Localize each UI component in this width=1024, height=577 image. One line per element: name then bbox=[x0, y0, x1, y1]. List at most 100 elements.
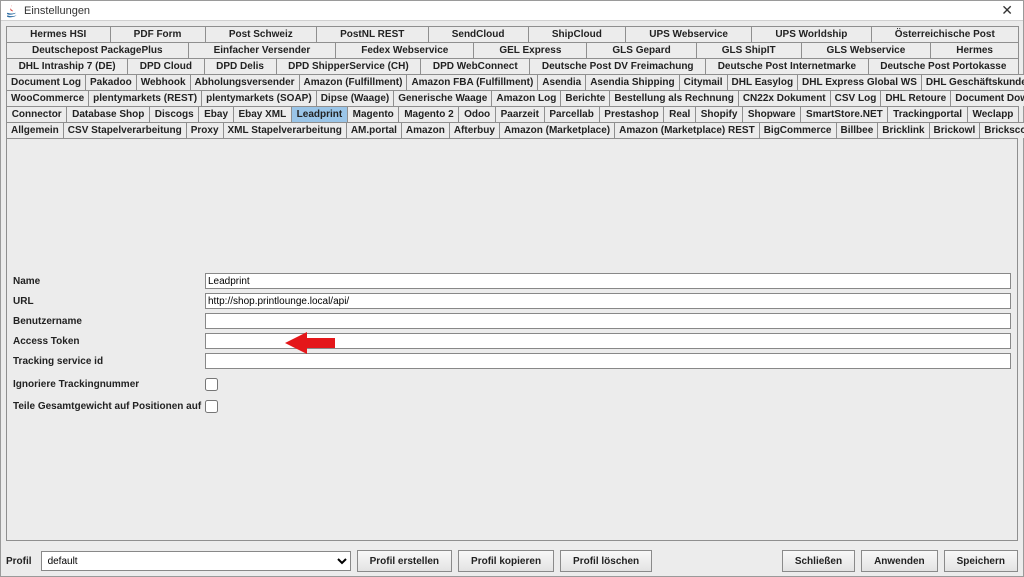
tab-berichte[interactable]: Berichte bbox=[560, 90, 610, 106]
tab-dhl-gesch-ftskundenversand[interactable]: DHL Geschäftskundenversand bbox=[921, 74, 1024, 90]
tab-billbee[interactable]: Billbee bbox=[836, 122, 879, 138]
tab-einfacher-versender[interactable]: Einfacher Versender bbox=[188, 42, 337, 58]
tab-csv-log[interactable]: CSV Log bbox=[830, 90, 882, 106]
tab-gls-gepard[interactable]: GLS Gepard bbox=[586, 42, 696, 58]
tab-amazon[interactable]: Amazon bbox=[401, 122, 450, 138]
close-icon[interactable]: ✕ bbox=[995, 2, 1019, 19]
tab-gel-express[interactable]: GEL Express bbox=[473, 42, 587, 58]
tab-amazon-marketplace-rest[interactable]: Amazon (Marketplace) REST bbox=[614, 122, 760, 138]
tab-brickscout[interactable]: Brickscout bbox=[979, 122, 1024, 138]
tab-document-downloader[interactable]: Document Downloader bbox=[950, 90, 1024, 106]
tab-ebay[interactable]: Ebay bbox=[198, 106, 233, 122]
url-field[interactable] bbox=[205, 293, 1011, 309]
tab-brickowl[interactable]: Brickowl bbox=[929, 122, 981, 138]
tab-pdf-form[interactable]: PDF Form bbox=[110, 26, 206, 42]
tab-asendia[interactable]: Asendia bbox=[537, 74, 586, 90]
tab-plentymarkets-soap[interactable]: plentymarkets (SOAP) bbox=[201, 90, 317, 106]
tab-post-schweiz[interactable]: Post Schweiz bbox=[205, 26, 317, 42]
tab-dhl-intraship-7-de[interactable]: DHL Intraship 7 (DE) bbox=[6, 58, 128, 74]
copy-profile-button[interactable]: Profil kopieren bbox=[458, 550, 554, 572]
tab-parcellab[interactable]: Parcellab bbox=[544, 106, 600, 122]
tab-weclapp[interactable]: Weclapp bbox=[967, 106, 1019, 122]
tab-fedex-webservice[interactable]: Fedex Webservice bbox=[335, 42, 474, 58]
tab-magento-2[interactable]: Magento 2 bbox=[398, 106, 459, 122]
tab-gls-webservice[interactable]: GLS Webservice bbox=[801, 42, 932, 58]
tab-bricklink[interactable]: Bricklink bbox=[877, 122, 929, 138]
tab-dpd-cloud[interactable]: DPD Cloud bbox=[127, 58, 204, 74]
tab-trackingportal[interactable]: Trackingportal bbox=[887, 106, 967, 122]
tab-am-portal[interactable]: AM.portal bbox=[346, 122, 402, 138]
token-field[interactable] bbox=[205, 333, 1011, 349]
tab-xml-stapelverarbeitung[interactable]: XML Stapelverarbeitung bbox=[223, 122, 347, 138]
tab-shopware[interactable]: Shopware bbox=[742, 106, 801, 122]
tab-dpd-webconnect[interactable]: DPD WebConnect bbox=[420, 58, 530, 74]
tab-real[interactable]: Real bbox=[663, 106, 696, 122]
tab-database-shop[interactable]: Database Shop bbox=[66, 106, 150, 122]
tab-dipse-waage[interactable]: Dipse (Waage) bbox=[316, 90, 395, 106]
tab-deutsche-post-dv-freimachung[interactable]: Deutsche Post DV Freimachung bbox=[529, 58, 706, 74]
tab-deutsche-post-portokasse[interactable]: Deutsche Post Portokasse bbox=[868, 58, 1019, 74]
tab-ebay-xml[interactable]: Ebay XML bbox=[233, 106, 292, 122]
tab-gls-shipit[interactable]: GLS ShipIT bbox=[696, 42, 802, 58]
tab-bigcommerce[interactable]: BigCommerce bbox=[759, 122, 837, 138]
tab-sterreichische-post[interactable]: Österreichische Post bbox=[871, 26, 1019, 42]
tab-pakadoo[interactable]: Pakadoo bbox=[85, 74, 137, 90]
tab-webhook[interactable]: Webhook bbox=[136, 74, 191, 90]
tab-postnl-rest[interactable]: PostNL REST bbox=[316, 26, 429, 42]
tab-deutsche-post-internetmarke[interactable]: Deutsche Post Internetmarke bbox=[705, 58, 869, 74]
tab-connector[interactable]: Connector bbox=[6, 106, 67, 122]
create-profile-button[interactable]: Profil erstellen bbox=[357, 550, 452, 572]
tab-citymail[interactable]: Citymail bbox=[679, 74, 728, 90]
name-field[interactable] bbox=[205, 273, 1011, 289]
tab-discogs[interactable]: Discogs bbox=[149, 106, 199, 122]
tab-amazon-marketplace[interactable]: Amazon (Marketplace) bbox=[499, 122, 615, 138]
tab-dpd-shipperservice-ch[interactable]: DPD ShipperService (CH) bbox=[276, 58, 422, 74]
tab-asendia-shipping[interactable]: Asendia Shipping bbox=[585, 74, 679, 90]
tab-shopify[interactable]: Shopify bbox=[695, 106, 743, 122]
user-field[interactable] bbox=[205, 313, 1011, 329]
tab-ups-webservice[interactable]: UPS Webservice bbox=[625, 26, 752, 42]
tab-sendcloud[interactable]: SendCloud bbox=[428, 26, 529, 42]
tab-amazon-fulfillment[interactable]: Amazon (Fulfillment) bbox=[299, 74, 408, 90]
tab-magento[interactable]: Magento bbox=[347, 106, 400, 122]
tab-dhl-easylog[interactable]: DHL Easylog bbox=[727, 74, 799, 90]
tab-paarzeit[interactable]: Paarzeit bbox=[495, 106, 545, 122]
tab-amazon-log[interactable]: Amazon Log bbox=[491, 90, 561, 106]
tab-prestashop[interactable]: Prestashop bbox=[599, 106, 665, 122]
tab-allgemein[interactable]: Allgemein bbox=[6, 122, 64, 138]
tab-abholungsversender[interactable]: Abholungsversender bbox=[190, 74, 300, 90]
profil-label: Profil bbox=[6, 556, 32, 567]
tab-deutschepost-packageplus[interactable]: Deutschepost PackagePlus bbox=[6, 42, 189, 58]
ignore-tracking-checkbox[interactable] bbox=[205, 378, 218, 391]
tab-document-log[interactable]: Document Log bbox=[6, 74, 86, 90]
tab-proxy[interactable]: Proxy bbox=[186, 122, 224, 138]
save-button[interactable]: Speichern bbox=[944, 550, 1018, 572]
java-icon bbox=[5, 4, 19, 18]
window-title: Einstellungen bbox=[24, 5, 90, 17]
tab-amazon-fba-fulfillment[interactable]: Amazon FBA (Fulfillment) bbox=[406, 74, 538, 90]
tab-hermes[interactable]: Hermes bbox=[930, 42, 1019, 58]
delete-profile-button[interactable]: Profil löschen bbox=[560, 550, 652, 572]
tab-woocommerce[interactable]: WooCommerce bbox=[6, 90, 89, 106]
tab-hermes-hsi[interactable]: Hermes HSI bbox=[6, 26, 111, 42]
profil-select[interactable]: default bbox=[41, 551, 351, 571]
tab-afterbuy[interactable]: Afterbuy bbox=[449, 122, 500, 138]
tab-leadprint[interactable]: Leadprint bbox=[291, 106, 348, 122]
apply-button[interactable]: Anwenden bbox=[861, 550, 938, 572]
close-button[interactable]: Schließen bbox=[782, 550, 855, 572]
split-weight-checkbox[interactable] bbox=[205, 400, 218, 413]
tabs-area: Hermes HSIPDF FormPost SchweizPostNL RES… bbox=[1, 21, 1023, 138]
tab-shipcloud[interactable]: ShipCloud bbox=[528, 26, 626, 42]
tab-generische-waage[interactable]: Generische Waage bbox=[393, 90, 492, 106]
tab-csv-stapelverarbeitung[interactable]: CSV Stapelverarbeitung bbox=[63, 122, 187, 138]
tab-ups-worldship[interactable]: UPS Worldship bbox=[751, 26, 871, 42]
tab-dhl-express-global-ws[interactable]: DHL Express Global WS bbox=[797, 74, 922, 90]
tab-smartstore-net[interactable]: SmartStore.NET bbox=[800, 106, 888, 122]
tab-bestellung-als-rechnung[interactable]: Bestellung als Rechnung bbox=[609, 90, 738, 106]
tracking-field[interactable] bbox=[205, 353, 1011, 369]
tab-dpd-delis[interactable]: DPD Delis bbox=[204, 58, 277, 74]
tab-cn22x-dokument[interactable]: CN22x Dokument bbox=[738, 90, 831, 106]
tab-plentymarkets-rest[interactable]: plentymarkets (REST) bbox=[88, 90, 202, 106]
tab-dhl-retoure[interactable]: DHL Retoure bbox=[880, 90, 951, 106]
tab-odoo[interactable]: Odoo bbox=[458, 106, 496, 122]
